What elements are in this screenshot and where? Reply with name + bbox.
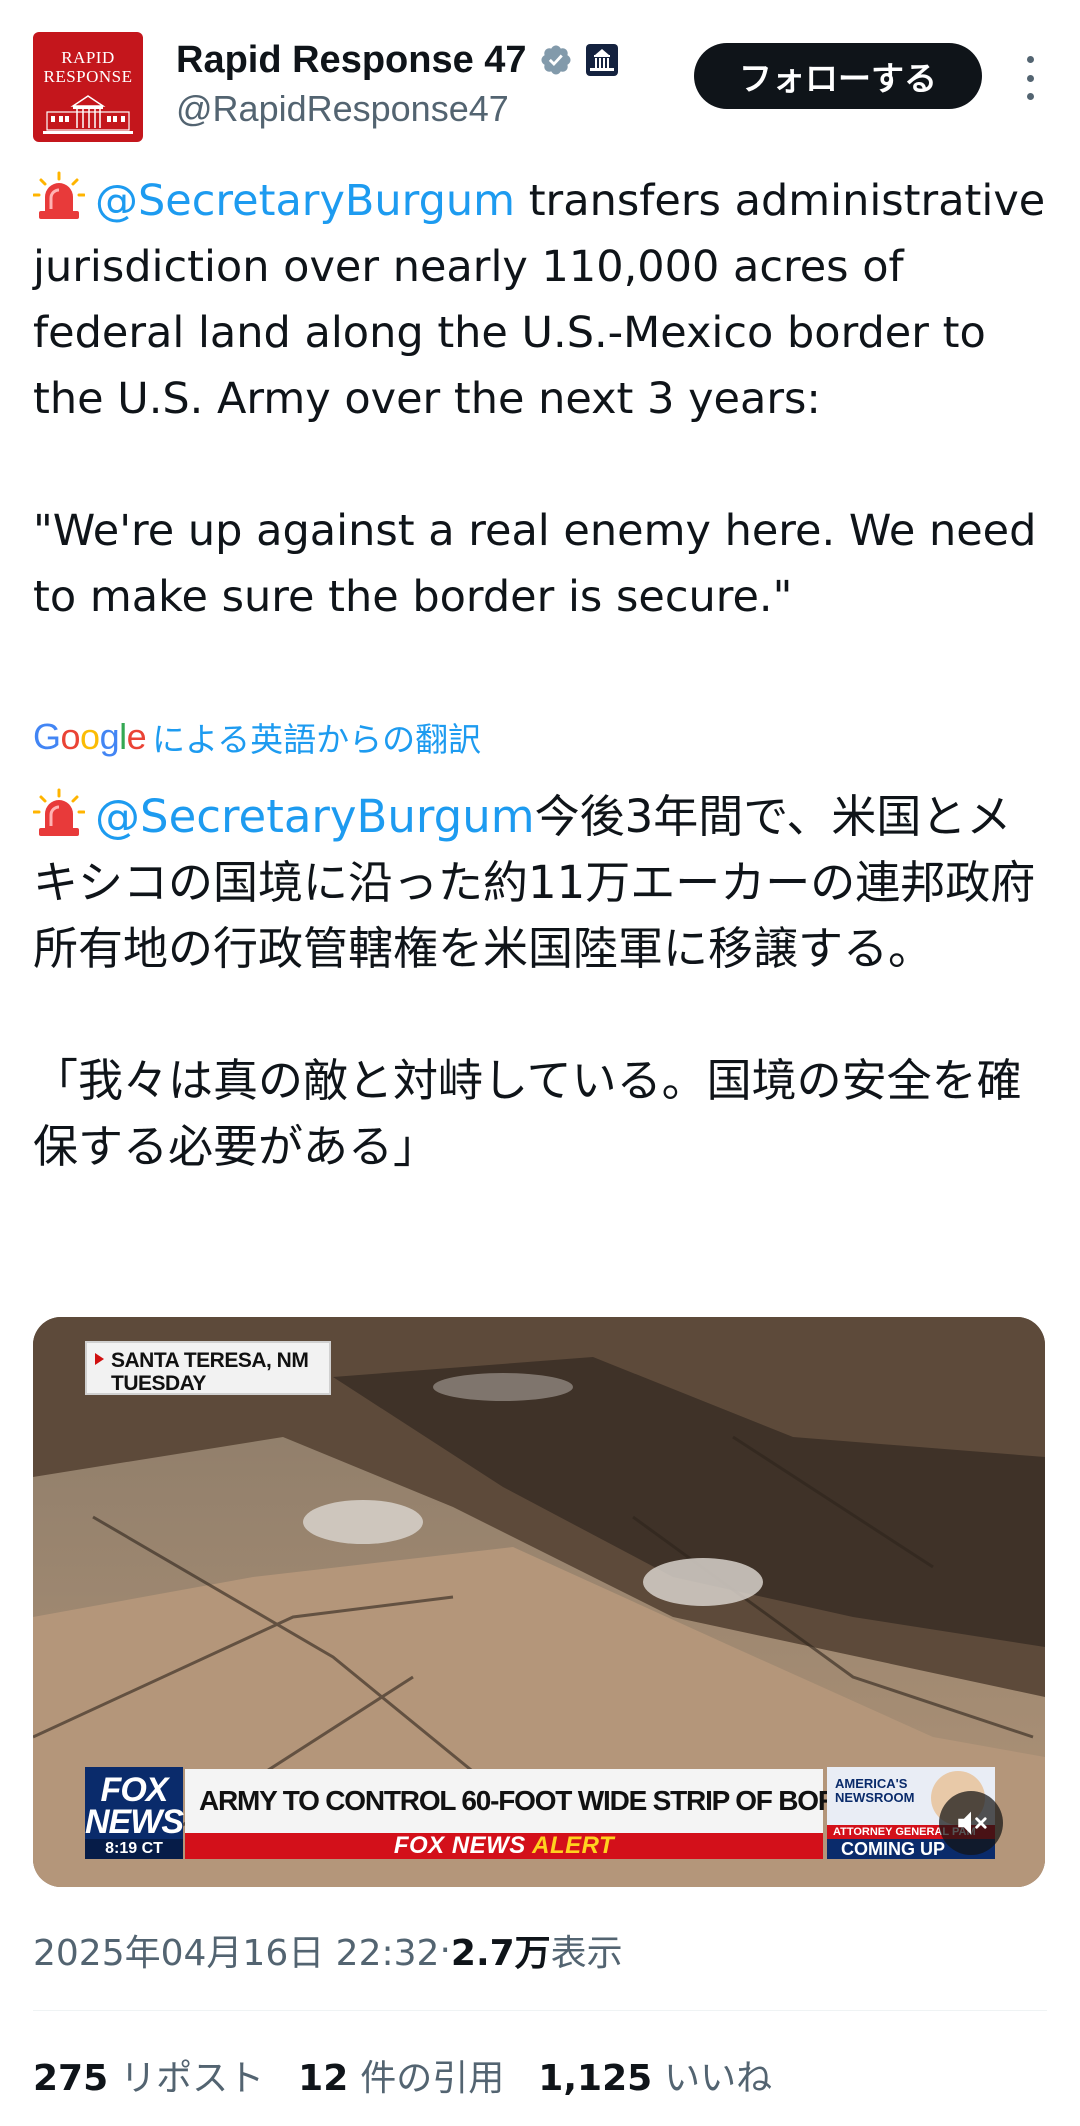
mention-link-translated[interactable]: @SecretaryBurgum <box>95 790 535 843</box>
verified-badge-icon[interactable] <box>539 43 573 77</box>
tweet-text-en: transfers administrative jurisdiction ov… <box>33 176 1046 622</box>
white-house-badge-icon[interactable] <box>585 43 619 77</box>
tweet-text-jp: 今後3年間で、米国とメキシコの国境に沿った約11万エーカーの連邦政府所有地の行政… <box>33 790 1036 1173</box>
avatar[interactable]: RAPID RESPONSE <box>33 32 143 142</box>
follow-button[interactable]: フォローする <box>694 43 982 109</box>
tweet-translated-text: @SecretaryBurgum今後3年間で、米国とメキシコの国境に沿った約11… <box>33 784 1053 1180</box>
divider <box>33 2010 1047 2011</box>
tweet-meta: 2025年04月16日 22:32 · 2.7万 表示 <box>33 1924 623 1976</box>
white-house-logo-icon <box>43 95 133 134</box>
mention-link[interactable]: @SecretaryBurgum <box>95 176 515 226</box>
likes-stat[interactable]: 1,125 いいね <box>538 2049 772 2101</box>
tweet-header: RAPID RESPONSE Rapid Response 47 @RapidR… <box>0 0 1080 150</box>
translation-label: による英語からの翻訳 <box>152 720 482 759</box>
quotes-stat[interactable]: 12 件の引用 <box>298 2049 504 2101</box>
translation-attribution[interactable]: Google による英語からの翻訳 <box>33 714 481 760</box>
meta-separator: · <box>439 1929 451 1971</box>
news-headline: ARMY TO CONTROL 60-FOOT WIDE STRIP OF BO… <box>185 1769 973 1833</box>
siren-icon <box>33 788 85 836</box>
broadcast-time: 8:19 CT <box>85 1839 183 1859</box>
timestamp[interactable]: 2025年04月16日 22:32 <box>33 1924 439 1976</box>
name-row: Rapid Response 47 <box>176 36 619 84</box>
mute-icon[interactable] <box>939 1791 1003 1855</box>
views-label: 表示 <box>550 1933 623 1974</box>
engagement-stats: 275 リポスト 12 件の引用 1,125 いいね <box>33 2050 806 2100</box>
display-name[interactable]: Rapid Response 47 <box>176 39 527 82</box>
handle[interactable]: @RapidResponse47 <box>176 88 509 130</box>
more-dots-icon[interactable] <box>1010 56 1050 100</box>
siren-icon <box>33 171 85 219</box>
video-player[interactable]: SANTA TERESA, NM TUESDAY FOX NEWS 8:19 C… <box>33 1317 1045 1887</box>
tweet-text: @SecretaryBurgum transfers administrativ… <box>33 168 1053 630</box>
fox-news-logo: FOX NEWS 8:19 CT <box>85 1767 184 1859</box>
views-count: 2.7万 <box>450 1933 551 1974</box>
location-tag: SANTA TERESA, NM TUESDAY <box>85 1341 331 1395</box>
avatar-logo-text: RAPID RESPONSE <box>43 48 133 86</box>
alert-bar: FOX NEWS ALERT <box>185 1833 823 1859</box>
google-logo: Google <box>33 716 147 757</box>
reposts-stat[interactable]: 275 リポスト <box>33 2049 264 2101</box>
news-lower-third: FOX NEWS 8:19 CT ARMY TO CONTROL 60-FOOT… <box>85 1767 995 1863</box>
